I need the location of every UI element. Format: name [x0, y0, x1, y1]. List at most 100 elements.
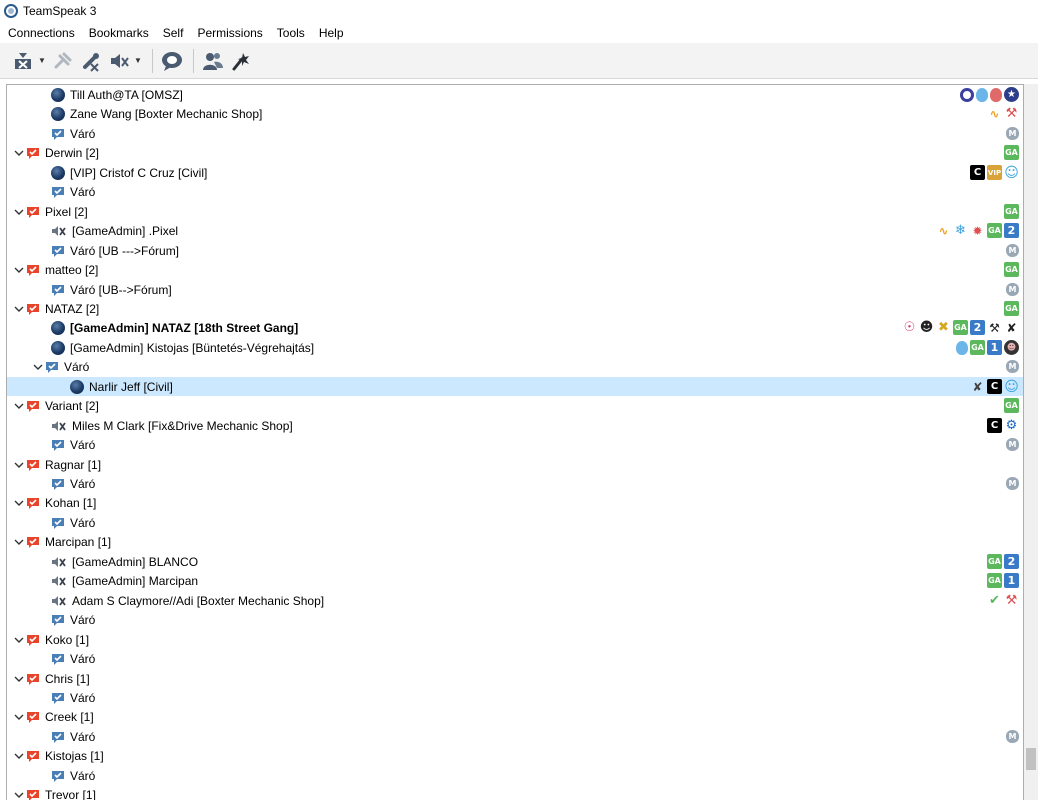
mute-speakers-button[interactable] — [106, 48, 132, 74]
chevron-down-icon[interactable] — [12, 785, 26, 800]
client-row[interactable]: Adam S Claymore//Adi [Boxter Mechanic Sh… — [7, 591, 1023, 610]
subchannel-row[interactable]: Váró — [7, 182, 1023, 201]
speakers-dropdown[interactable]: ▼ — [134, 48, 142, 74]
chevron-down-icon[interactable] — [12, 396, 26, 415]
client-row[interactable]: [GameAdmin] Marcipan GA 1 — [7, 571, 1023, 590]
disconnect-dropdown[interactable]: ▼ — [38, 48, 46, 74]
subchannel-row[interactable]: Váró M — [7, 474, 1023, 493]
channel-row[interactable]: Koko [1] — [7, 630, 1023, 649]
client-status-icon — [70, 379, 84, 394]
channel-row[interactable]: matteo [2] GA — [7, 260, 1023, 279]
menu-self[interactable]: Self — [155, 26, 190, 40]
tree-node: Chris [1] — [12, 669, 90, 688]
gameadmin-badge: GA — [987, 573, 1002, 588]
client-row[interactable]: [GameAdmin] BLANCO GA 2 — [7, 552, 1023, 571]
scrollbar-thumb[interactable] — [1026, 748, 1036, 770]
channel-full-icon — [26, 710, 40, 724]
chevron-down-icon[interactable] — [12, 630, 26, 649]
client-row[interactable]: Till Auth@TA [OMSZ] ★ — [7, 85, 1023, 104]
client-row[interactable]: [GameAdmin] .Pixel ∿ ❄ ✹ GA 2 — [7, 221, 1023, 240]
subchannel-row[interactable]: Váró M — [7, 727, 1023, 746]
speaker-muted-icon — [51, 419, 67, 433]
plugins-button[interactable] — [228, 48, 254, 74]
channel-row[interactable]: Derwin [2] GA — [7, 143, 1023, 162]
gameadmin-badge: GA — [1004, 398, 1019, 413]
contacts-button[interactable] — [200, 48, 226, 74]
chevron-down-icon[interactable] — [12, 143, 26, 162]
client-row[interactable]: Narlir Jeff [Civil] ✘ C ☺ — [7, 377, 1023, 396]
channel-full-icon — [26, 672, 40, 686]
subchannel-row[interactable]: Váró — [7, 513, 1023, 532]
civil-badge: C — [987, 379, 1002, 394]
status-icons: ∿ ❄ ✹ GA 2 — [936, 222, 1019, 239]
chevron-down-icon[interactable] — [12, 299, 26, 318]
vertical-scrollbar[interactable] — [1024, 84, 1038, 800]
channel-name: Variant [2] — [45, 398, 99, 413]
channel-icon — [51, 613, 65, 627]
channel-row[interactable]: Creek [1] — [7, 707, 1023, 726]
channel-name: Kohan [1] — [45, 495, 97, 510]
server-tree[interactable]: Till Auth@TA [OMSZ] ★ Zane Wang [Boxter Me… — [6, 84, 1024, 800]
mic-mute-icon — [83, 52, 99, 72]
channel-row[interactable]: Trevor [1] — [7, 785, 1023, 800]
chevron-down-icon[interactable] — [12, 532, 26, 551]
channel-row[interactable]: NATAZ [2] GA — [7, 299, 1023, 318]
subchannel-row[interactable]: Váró — [7, 649, 1023, 668]
channel-row[interactable]: Kistojas [1] — [7, 746, 1023, 765]
subchannel-row[interactable]: Váró M — [7, 124, 1023, 143]
client-row[interactable]: Zane Wang [Boxter Mechanic Shop] ∿ ⚒ — [7, 104, 1023, 123]
menu-bookmarks[interactable]: Bookmarks — [81, 26, 155, 40]
menu-tools[interactable]: Tools — [269, 26, 311, 40]
channel-row[interactable]: Kohan [1] — [7, 493, 1023, 512]
subchannel-row[interactable]: Váró M — [7, 357, 1023, 376]
subchannel-row[interactable]: Váró [UB --->Fórum] M — [7, 241, 1023, 260]
connect-button[interactable] — [50, 48, 76, 74]
menu-permissions[interactable]: Permissions — [189, 26, 268, 40]
status-icons: GA — [1004, 261, 1019, 278]
channel-row[interactable]: Marcipan [1] — [7, 532, 1023, 551]
menu-connections[interactable]: Connections — [0, 26, 81, 40]
subchannel-row[interactable]: Váró [UB-->Fórum] M — [7, 280, 1023, 299]
client-row[interactable]: [GameAdmin] Kistojas [Büntetés-Végrehajt… — [7, 338, 1023, 357]
channel-name: Váró — [70, 126, 96, 141]
channel-name: Kistojas [1] — [45, 748, 104, 763]
status-icons: GA — [1004, 203, 1019, 220]
channel-row[interactable]: Pixel [2] GA — [7, 202, 1023, 221]
menu-help[interactable]: Help — [311, 26, 350, 40]
tree-node: Zane Wang [Boxter Mechanic Shop] — [51, 104, 262, 123]
channel-icon — [51, 652, 65, 666]
tree-node: Ragnar [1] — [12, 455, 101, 474]
toolbar-separator — [152, 48, 153, 73]
mute-microphone-button[interactable] — [78, 48, 104, 74]
chevron-down-icon[interactable] — [31, 357, 45, 376]
channel-name: Derwin [2] — [45, 145, 100, 160]
chevron-down-icon[interactable] — [12, 746, 26, 765]
chevron-down-icon[interactable] — [12, 202, 26, 221]
away-button[interactable] — [159, 48, 185, 74]
chevron-down-icon[interactable] — [12, 493, 26, 512]
client-name: Adam S Claymore//Adi [Boxter Mechanic Sh… — [72, 593, 325, 608]
toolbar-separator — [193, 48, 194, 73]
chevron-down-icon[interactable] — [12, 669, 26, 688]
subchannel-row[interactable]: Váró — [7, 610, 1023, 629]
client-row[interactable]: Miles M Clark [Fix&Drive Mechanic Shop] C… — [7, 416, 1023, 435]
client-row[interactable]: [GameAdmin] NATAZ [18th Street Gang] ☉ ☻ ✖ G… — [7, 318, 1023, 337]
checkmark-icon: ✔ — [989, 593, 1000, 608]
subchannel-row[interactable]: Váró M — [7, 435, 1023, 454]
channel-row[interactable]: Variant [2] GA — [7, 396, 1023, 415]
client-row[interactable]: [VIP] Cristof C Cruz [Civil] C VIP ☺ — [7, 163, 1023, 182]
channel-name: Váró — [70, 612, 96, 627]
chevron-down-icon[interactable] — [12, 707, 26, 726]
channel-row[interactable]: Ragnar [1] — [7, 455, 1023, 474]
tree-node: Váró — [51, 727, 95, 746]
chevron-down-icon[interactable] — [12, 260, 26, 279]
subchannel-row[interactable]: Váró — [7, 766, 1023, 785]
speaker-muted-icon — [51, 594, 67, 608]
disconnect-button[interactable] — [10, 48, 36, 74]
chevron-down-icon[interactable] — [12, 455, 26, 474]
tree-node: Kistojas [1] — [12, 746, 104, 765]
speaker-mute-icon — [111, 53, 129, 68]
channel-row[interactable]: Chris [1] — [7, 669, 1023, 688]
channel-name: Creek [1] — [45, 709, 94, 724]
subchannel-row[interactable]: Váró — [7, 688, 1023, 707]
